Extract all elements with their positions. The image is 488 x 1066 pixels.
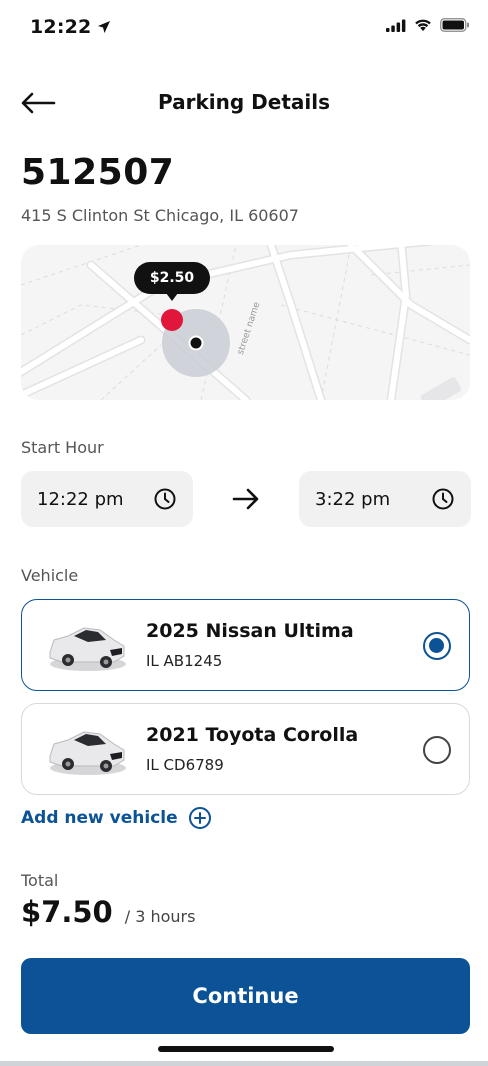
- status-icons: [386, 18, 470, 32]
- signal-icon: [386, 19, 406, 32]
- home-indicator: [158, 1046, 334, 1052]
- car-image: [49, 731, 126, 775]
- status-time-group: 12:22: [30, 16, 111, 38]
- start-hour-label: Start Hour: [21, 438, 104, 457]
- total-label: Total: [21, 871, 59, 890]
- end-time-value: 3:22 pm: [315, 488, 391, 510]
- total-row: $7.50 / 3 hours: [21, 895, 195, 929]
- parking-map[interactable]: $2.50 street name: [21, 245, 470, 400]
- arrow-right-icon: [232, 488, 259, 510]
- vehicle-plate: IL CD6789: [146, 756, 224, 774]
- clock-icon: [432, 488, 454, 510]
- vehicle-label: Vehicle: [21, 566, 79, 585]
- clock-icon: [154, 488, 176, 510]
- battery-icon: [440, 18, 469, 32]
- vehicle-card-toyota[interactable]: 2021 Toyota Corolla IL CD6789: [21, 703, 470, 795]
- plus-circle-icon: [188, 807, 211, 829]
- add-vehicle-label: Add new vehicle: [21, 808, 178, 828]
- end-time-field[interactable]: 3:22 pm: [299, 471, 471, 527]
- add-vehicle-button[interactable]: Add new vehicle: [21, 806, 212, 830]
- parking-address: 415 S Clinton St Chicago, IL 60607: [21, 206, 299, 225]
- status-time: 12:22: [30, 16, 92, 38]
- wifi-icon: [415, 19, 431, 31]
- page-title: Parking Details: [158, 90, 330, 114]
- car-image: [49, 627, 126, 671]
- header: Parking Details: [0, 78, 488, 128]
- parking-code: 512507: [21, 152, 175, 193]
- vehicle-radio-selected[interactable]: [423, 632, 451, 660]
- pin-icon[interactable]: [159, 307, 185, 333]
- location-arrow-icon: [98, 21, 111, 33]
- status-bar: 12:22: [0, 0, 488, 56]
- start-time-value: 12:22 pm: [37, 488, 124, 510]
- vehicle-radio[interactable]: [423, 736, 451, 764]
- vehicle-plate: IL AB1245: [146, 652, 223, 670]
- vehicle-name: 2025 Nissan Ultima: [146, 620, 354, 642]
- vehicle-name: 2021 Toyota Corolla: [146, 724, 359, 746]
- bottom-divider: [0, 1061, 488, 1066]
- vehicle-card-nissan[interactable]: 2025 Nissan Ultima IL AB1245: [21, 599, 470, 691]
- total-duration: / 3 hours: [124, 907, 196, 926]
- total-amount: $7.50: [21, 895, 113, 929]
- current-location-dot: [188, 335, 204, 351]
- start-time-field[interactable]: 12:22 pm: [21, 471, 193, 527]
- continue-button[interactable]: Continue: [21, 958, 470, 1034]
- price-bubble[interactable]: $2.50: [134, 262, 210, 301]
